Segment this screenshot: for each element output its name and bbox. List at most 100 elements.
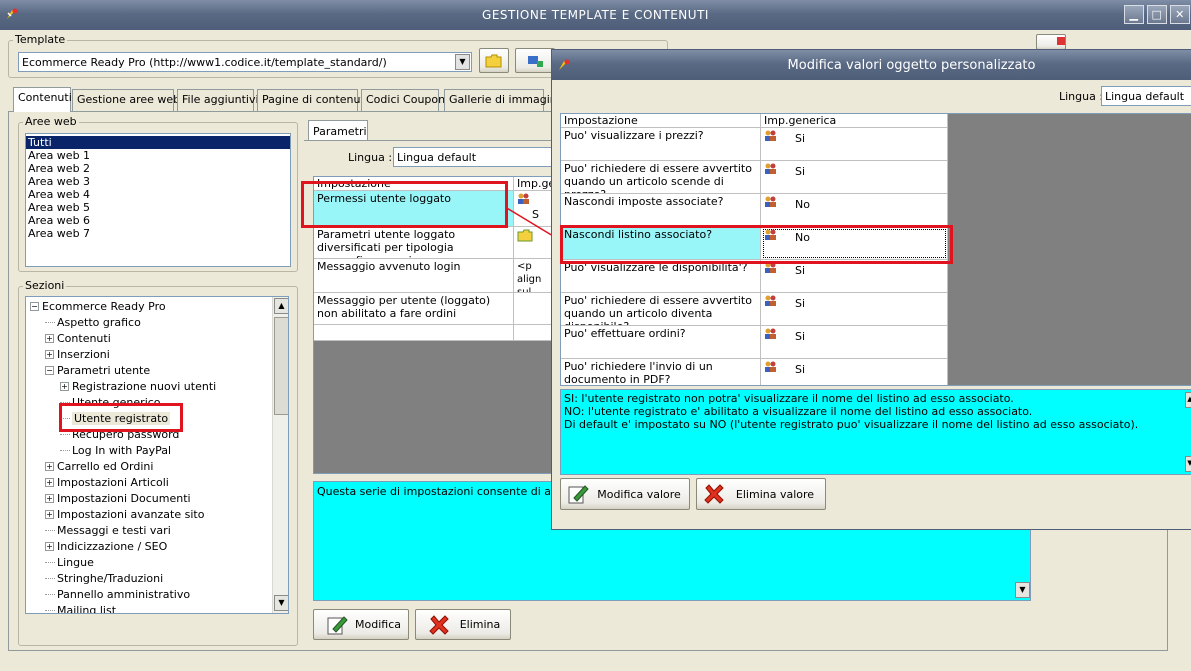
tree-node-label: Impostazioni avanzate sito (57, 508, 205, 521)
table-row[interactable]: Puo' richiedere l'invio di un documento … (561, 359, 761, 385)
right-top-button[interactable] (1036, 34, 1066, 50)
tree-node[interactable]: Aspetto grafico (45, 315, 141, 330)
row-value: Si (795, 330, 806, 343)
table-row[interactable]: Puo' richiedere di essere avvertito quan… (561, 161, 761, 194)
tree-node[interactable]: + Inserzioni (45, 347, 110, 362)
modifica-button[interactable]: Modifica (313, 609, 409, 640)
dialog-titlebar: Modifica valori oggetto personalizzato (552, 50, 1191, 80)
scroll-down-icon[interactable]: ▼ (1185, 456, 1191, 472)
add-computer-icon (528, 55, 543, 67)
table-row[interactable]: Puo' visualizzare i prezzi? (561, 128, 761, 161)
chevron-down-icon[interactable]: ▼ (455, 54, 470, 70)
table-cell-value[interactable]: Si (761, 161, 948, 194)
list-item[interactable]: Area web 3 (26, 175, 290, 188)
expand-icon[interactable]: + (45, 334, 54, 343)
list-item[interactable]: Area web 7 (26, 227, 290, 240)
tree-connector (45, 571, 55, 579)
expand-icon[interactable]: + (60, 382, 69, 391)
tree-node[interactable]: Log In with PayPal (60, 443, 171, 458)
row-value: No (795, 198, 810, 211)
tree-node-label: Parametri utente (57, 364, 151, 377)
scroll-down-icon[interactable]: ▼ (1015, 582, 1030, 598)
list-item[interactable]: Area web 5 (26, 201, 290, 214)
tree-node-label: Mailing list (57, 604, 117, 614)
tab-codici-coupon[interactable]: Codici Coupon (361, 89, 445, 111)
tree-node-label: Carrello ed Ordini (57, 460, 154, 473)
tree-node[interactable]: Pannello amministrativo (45, 587, 190, 602)
expand-icon[interactable]: + (45, 462, 54, 471)
add-template-button[interactable] (515, 48, 555, 73)
tree-node[interactable]: − Parametri utente (45, 363, 150, 378)
expand-icon[interactable]: + (45, 542, 54, 551)
list-item[interactable]: Area web 2 (26, 162, 290, 175)
elimina-valore-button[interactable]: Elimina valore (696, 478, 826, 510)
edit-icon (327, 615, 348, 634)
maximize-button[interactable]: □ (1147, 5, 1167, 24)
tree-node[interactable]: + Registrazione nuovi utenti (60, 379, 216, 394)
expand-icon[interactable]: + (45, 510, 54, 519)
aree-web-list[interactable]: Tutti Area web 1 Area web 2 Area web 3 A… (25, 133, 291, 267)
template-select[interactable]: Ecommerce Ready Pro (http://www1.codice.… (18, 52, 472, 72)
table-cell-value[interactable]: Si (761, 260, 948, 293)
table-row[interactable]: Parametri utente loggato diversificati p… (314, 227, 514, 259)
lingua-select[interactable]: Lingua default (393, 147, 558, 167)
tree-node[interactable]: + Impostazioni Articoli (45, 475, 169, 490)
table-cell-value[interactable]: Si (761, 326, 948, 359)
scroll-down-icon[interactable]: ▼ (274, 595, 288, 611)
collapse-icon[interactable]: − (45, 366, 54, 375)
expand-icon[interactable]: + (45, 494, 54, 503)
tab-pagine-di-contenuti[interactable]: Pagine di contenuti (257, 89, 368, 111)
table-cell-value[interactable]: Si (761, 359, 948, 385)
tree-node[interactable]: Stringhe/Traduzioni (45, 571, 163, 586)
collapse-icon[interactable]: − (30, 302, 39, 311)
table-row[interactable]: Puo' visualizzare le disponibilita'? (561, 260, 761, 293)
tree-node[interactable]: − Ecommerce Ready Pro (30, 299, 166, 314)
users-icon (765, 130, 776, 141)
list-item[interactable]: Area web 4 (26, 188, 290, 201)
table-cell-value[interactable]: Si (761, 293, 948, 326)
tree-node[interactable]: Lingue (45, 555, 94, 570)
tree-node[interactable]: + Impostazioni Documenti (45, 491, 191, 506)
minimize-button[interactable]: ▁ (1124, 5, 1144, 24)
modifica-valore-button[interactable]: Modifica valore (560, 478, 690, 510)
scroll-thumb[interactable] (274, 317, 288, 415)
scroll-up-icon[interactable]: ▲ (1185, 392, 1191, 408)
row-value: Si (795, 165, 806, 178)
table-row[interactable]: Messaggio avvenuto login (314, 259, 514, 293)
scroll-up-icon[interactable]: ▲ (274, 298, 288, 314)
expand-icon[interactable]: + (45, 478, 54, 487)
browse-folder-button[interactable] (479, 48, 509, 73)
tab-gestione-aree-web[interactable]: Gestione aree web (72, 89, 180, 111)
users-icon (765, 361, 776, 372)
tree-connector (60, 395, 70, 403)
close-button[interactable]: ✕ (1170, 5, 1190, 24)
tree-node[interactable]: + Indicizzazione / SEO (45, 539, 167, 554)
tree-scrollbar[interactable]: ▲ ▼ (272, 297, 288, 613)
table-row[interactable]: Messaggio per utente (loggato) non abili… (314, 293, 514, 325)
table-cell-value[interactable]: Si (761, 128, 948, 161)
users-icon (765, 163, 776, 174)
tree-node[interactable]: + Carrello ed Ordini (45, 459, 153, 474)
table-cell-value[interactable]: No (761, 194, 948, 227)
tree-node[interactable]: + Contenuti (45, 331, 111, 346)
tree-connector (45, 523, 55, 531)
table-row[interactable]: Puo' richiedere di essere avvertito quan… (561, 293, 761, 326)
tree-node[interactable]: Messaggi e testi vari (45, 523, 171, 538)
tree-node-label: Stringhe/Traduzioni (57, 572, 164, 585)
tab-parametri[interactable]: Parametri (308, 120, 368, 141)
tab-contenuti[interactable]: Contenuti (13, 87, 72, 112)
table-row-empty[interactable] (314, 325, 514, 341)
table-row[interactable]: Puo' effettuare ordini? (561, 326, 761, 359)
list-item[interactable]: Area web 6 (26, 214, 290, 227)
list-item[interactable]: Area web 1 (26, 149, 290, 162)
list-item[interactable]: Tutti (26, 136, 290, 149)
tab-gallerie-di-immagini[interactable]: Gallerie di immagini (444, 89, 560, 111)
expand-icon[interactable]: + (45, 350, 54, 359)
elimina-button[interactable]: Elimina (415, 609, 511, 640)
dialog-lingua-select[interactable]: Lingua default (1101, 86, 1191, 106)
table-row[interactable]: Nascondi imposte associate? (561, 194, 761, 227)
tab-file-aggiuntivi[interactable]: File aggiuntivi (177, 89, 259, 111)
tree-node[interactable]: Mailing list (45, 603, 117, 614)
tree-node[interactable]: + Impostazioni avanzate sito (45, 507, 204, 522)
sezioni-tree[interactable]: − Ecommerce Ready Pro Aspetto grafico + Cont… (25, 296, 289, 614)
